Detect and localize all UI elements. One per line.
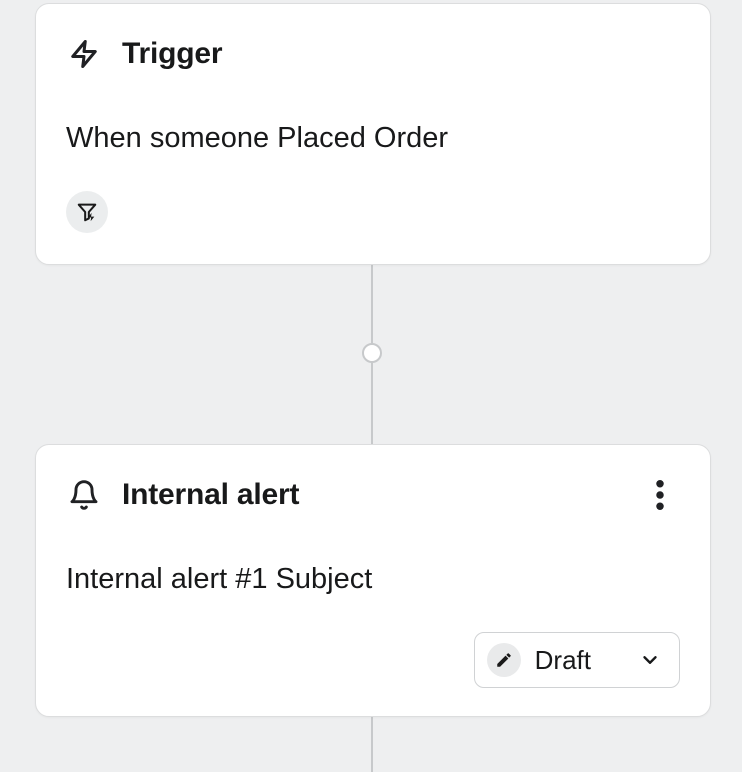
status-dropdown[interactable]: Draft: [474, 632, 680, 688]
internal-alert-title: Internal alert: [122, 478, 299, 512]
internal-alert-description: Internal alert #1 Subject: [66, 563, 680, 596]
more-options-button[interactable]: [640, 475, 680, 515]
chevron-down-icon: [639, 649, 661, 671]
trigger-card-header: Trigger: [66, 34, 680, 74]
lightning-icon: [66, 34, 102, 74]
flow-connector-node[interactable]: [362, 343, 382, 363]
internal-alert-card-header: Internal alert: [66, 475, 680, 515]
trigger-card[interactable]: Trigger When someone Placed Order: [35, 3, 711, 265]
status-label: Draft: [535, 645, 591, 676]
bell-icon: [66, 475, 102, 515]
trigger-description: When someone Placed Order: [66, 122, 680, 155]
trigger-title: Trigger: [122, 37, 222, 71]
trigger-filter-icon[interactable]: [66, 191, 108, 233]
internal-alert-card[interactable]: Internal alert Internal alert #1 Subject…: [35, 444, 711, 717]
pencil-icon: [487, 643, 521, 677]
